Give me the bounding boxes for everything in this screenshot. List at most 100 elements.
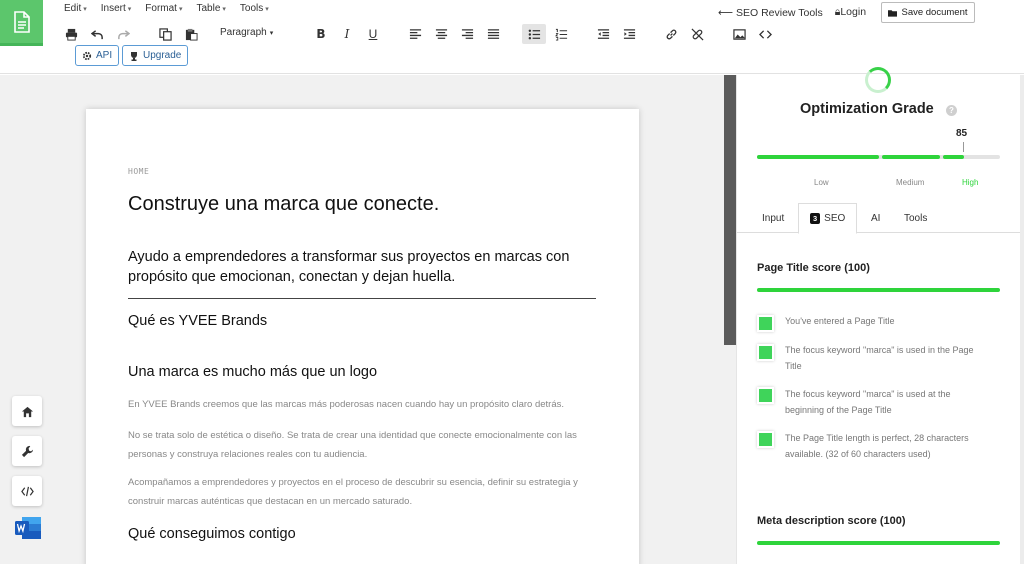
check-text: The focus keyword "marca" is used in the…	[785, 345, 974, 371]
panel-tabs: Input 3 SEO AI Tools	[737, 203, 1020, 234]
check-indicator	[757, 431, 774, 448]
help-icon[interactable]: ?	[946, 105, 957, 116]
home-icon	[21, 406, 33, 417]
unlink-icon	[691, 28, 703, 40]
undo-button[interactable]	[86, 24, 108, 44]
paragraph: Acompañamos a emprendedores y proyectos …	[128, 477, 578, 507]
grade-low-label: Low	[814, 178, 829, 187]
menu-insert[interactable]: Insert ▾	[101, 3, 132, 14]
meta-description-score-heading: Meta description score (100)	[757, 515, 906, 527]
microsoft-word-icon	[15, 517, 41, 539]
word-import-button[interactable]	[14, 516, 42, 540]
bullet-list-icon	[528, 29, 540, 39]
remove-link-button[interactable]	[686, 24, 708, 44]
bold-button[interactable]: B	[310, 24, 332, 44]
menu-edit[interactable]: Edit ▾	[64, 3, 87, 14]
insert-link-button[interactable]	[660, 24, 682, 44]
menu-format[interactable]: Format ▾	[145, 3, 182, 14]
page-title-score-bar	[757, 288, 1000, 292]
header-links: ⟵ SEO Review Tools 🔒︎Login	[718, 6, 866, 19]
paste-icon	[185, 28, 198, 41]
print-button[interactable]	[60, 24, 82, 44]
align-center-button[interactable]	[430, 24, 452, 44]
undo-icon	[90, 29, 103, 39]
check-indicator	[757, 344, 774, 361]
upgrade-button[interactable]: Upgrade	[122, 45, 189, 66]
check-indicator	[757, 315, 774, 332]
menu-tools[interactable]: Tools ▾	[240, 3, 269, 14]
login-link[interactable]: 🔒︎Login	[835, 6, 866, 19]
document-icon	[13, 10, 30, 33]
bullet-list-button[interactable]	[522, 24, 546, 44]
print-icon	[65, 28, 77, 41]
redo-button[interactable]	[112, 24, 134, 44]
paragraph-format-select[interactable]: Paragraph ▾	[220, 27, 273, 38]
numbered-list-button[interactable]	[550, 24, 572, 44]
wrench-icon	[21, 445, 33, 457]
grade-bar-segment	[882, 155, 940, 159]
grade-medium-label: Medium	[896, 178, 925, 187]
copy-button[interactable]	[154, 24, 176, 44]
align-left-button[interactable]	[404, 24, 426, 44]
italic-icon: I	[344, 27, 350, 41]
loading-spinner-icon	[865, 67, 891, 93]
underline-button[interactable]: U	[362, 24, 384, 44]
breadcrumb: HOME	[128, 167, 150, 176]
editor-scrollbar-thumb[interactable]	[724, 75, 736, 345]
save-document-button[interactable]: Save document	[881, 2, 975, 23]
score-value: 85	[956, 128, 968, 139]
outdent-button[interactable]	[592, 24, 614, 44]
source-code-button[interactable]	[754, 24, 776, 44]
paragraph: No se trata solo de estética o diseño. S…	[128, 430, 577, 460]
indent-button[interactable]	[618, 24, 640, 44]
align-center-icon	[435, 28, 447, 39]
page-title-score-heading: Page Title score (100)	[757, 262, 870, 274]
align-right-button[interactable]	[456, 24, 478, 44]
redo-icon	[117, 29, 130, 39]
tab-input[interactable]: Input	[751, 203, 795, 234]
section-heading: Una marca es mucho más que un logo	[128, 364, 378, 380]
api-label: API	[96, 50, 113, 61]
check-text: You've entered a Page Title	[785, 316, 895, 326]
home-button[interactable]	[12, 396, 42, 426]
trophy-icon	[131, 51, 137, 61]
gear-icon	[82, 51, 92, 60]
section-heading: Qué conseguimos contigo	[128, 526, 296, 542]
link-icon	[666, 29, 676, 39]
insert-image-button[interactable]	[728, 24, 750, 44]
save-document-label: Save document	[901, 7, 968, 18]
panel-scrollbar[interactable]	[1020, 75, 1024, 564]
code-icon	[20, 486, 34, 496]
italic-button[interactable]: I	[336, 24, 358, 44]
grade-title: Optimization Grade	[800, 101, 934, 117]
document-page[interactable]: HOME Construye una marca que conecte. Ay…	[86, 109, 639, 564]
meta-description-score-bar	[757, 541, 1000, 545]
api-button[interactable]: API	[75, 45, 120, 66]
copy-icon	[158, 27, 172, 41]
numbered-list-icon	[554, 28, 567, 40]
section-heading: Qué es YVEE Brands	[128, 313, 268, 329]
grade-bar-segment	[943, 155, 964, 159]
check-text: The Page Title length is perfect, 28 cha…	[785, 433, 969, 459]
align-justify-button[interactable]	[482, 24, 504, 44]
paragraph: En YVEE Brands creemos que las marcas má…	[128, 399, 565, 410]
app-logo[interactable]	[0, 0, 43, 46]
paste-button[interactable]	[180, 24, 202, 44]
tab-tools[interactable]: Tools	[893, 203, 938, 234]
tab-seo[interactable]: 3 SEO	[798, 203, 858, 234]
document-title: Construye una marca que conecte.	[128, 193, 440, 215]
grade-high-label: High	[962, 178, 979, 187]
align-justify-icon	[487, 28, 499, 39]
seo-badge: 3	[810, 213, 821, 224]
tab-ai[interactable]: AI	[860, 203, 891, 234]
image-icon	[732, 28, 746, 40]
html-view-button[interactable]	[12, 476, 42, 506]
settings-button[interactable]	[12, 436, 42, 466]
menu-bar: Edit ▾ Insert ▾ Format ▾ Table ▾ Tools ▾	[64, 3, 269, 14]
bold-icon: B	[316, 27, 326, 41]
menu-table[interactable]: Table ▾	[196, 3, 225, 14]
underline-icon: U	[368, 27, 378, 41]
check-indicator	[757, 387, 774, 404]
upgrade-label: Upgrade	[143, 50, 182, 61]
seo-review-tools-link[interactable]: ⟵ SEO Review Tools	[718, 7, 823, 19]
